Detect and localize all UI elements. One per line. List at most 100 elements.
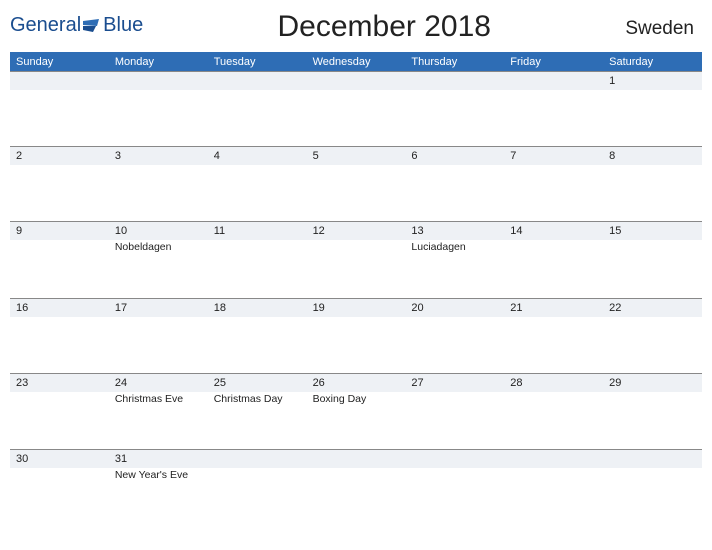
day-num: 14	[504, 222, 603, 240]
day-num	[10, 72, 109, 90]
day-event: Boxing Day	[307, 392, 406, 408]
day-event	[504, 468, 603, 484]
day-event	[603, 240, 702, 256]
day-num: 15	[603, 222, 702, 240]
day-num	[405, 450, 504, 468]
day-event	[10, 90, 109, 104]
logo-flag-icon	[83, 19, 101, 33]
day-event	[405, 165, 504, 179]
day-event	[405, 468, 504, 484]
day-num	[603, 450, 702, 468]
day-event	[307, 165, 406, 179]
day-event	[307, 90, 406, 104]
day-event	[10, 240, 109, 256]
day-num: 10	[109, 222, 208, 240]
day-num	[307, 450, 406, 468]
day-header-row: Sunday Monday Tuesday Wednesday Thursday…	[10, 52, 702, 71]
week-2: 9 10 11 12 13 14 15 Nobeldagen Luciadage…	[10, 221, 702, 298]
day-num: 16	[10, 299, 109, 317]
region-label: Sweden	[625, 18, 694, 40]
day-event	[109, 317, 208, 331]
page-title: December 2018	[278, 10, 491, 44]
calendar: Sunday Monday Tuesday Wednesday Thursday…	[10, 52, 702, 526]
day-num: 28	[504, 374, 603, 392]
week-3: 16 17 18 19 20 21 22	[10, 298, 702, 373]
day-event	[603, 317, 702, 331]
day-event: Nobeldagen	[109, 240, 208, 256]
day-num: 26	[307, 374, 406, 392]
day-num: 22	[603, 299, 702, 317]
day-num: 5	[307, 147, 406, 165]
day-num	[208, 450, 307, 468]
day-event	[10, 392, 109, 408]
day-num: 23	[10, 374, 109, 392]
logo-text-blue: Blue	[103, 14, 143, 37]
day-num: 29	[603, 374, 702, 392]
header: General Blue December 2018 Sweden	[10, 6, 702, 52]
week-4: 23 24 25 26 27 28 29 Christmas Eve Chris…	[10, 373, 702, 450]
day-event	[10, 165, 109, 179]
day-header-cell: Friday	[504, 52, 603, 71]
day-event	[405, 317, 504, 331]
day-header-cell: Wednesday	[307, 52, 406, 71]
day-event	[10, 468, 109, 484]
day-event	[603, 165, 702, 179]
day-event	[603, 392, 702, 408]
day-num: 4	[208, 147, 307, 165]
day-num	[504, 450, 603, 468]
day-event	[208, 317, 307, 331]
day-event: Christmas Eve	[109, 392, 208, 408]
day-event	[405, 392, 504, 408]
day-header-cell: Tuesday	[208, 52, 307, 71]
day-num: 2	[10, 147, 109, 165]
day-num: 21	[504, 299, 603, 317]
day-event	[603, 90, 702, 104]
day-num: 18	[208, 299, 307, 317]
day-event	[208, 468, 307, 484]
day-event	[405, 90, 504, 104]
day-num: 8	[603, 147, 702, 165]
day-num: 25	[208, 374, 307, 392]
week-5: 30 31 New Year's Eve	[10, 449, 702, 526]
logo: General Blue	[10, 14, 143, 37]
day-num: 9	[10, 222, 109, 240]
day-event	[208, 165, 307, 179]
day-num: 12	[307, 222, 406, 240]
day-num: 3	[109, 147, 208, 165]
day-num: 6	[405, 147, 504, 165]
day-event: Christmas Day	[208, 392, 307, 408]
day-num: 17	[109, 299, 208, 317]
day-event	[504, 392, 603, 408]
day-num: 7	[504, 147, 603, 165]
day-event	[208, 240, 307, 256]
week-1: 2 3 4 5 6 7 8	[10, 146, 702, 221]
day-num: 19	[307, 299, 406, 317]
day-num: 11	[208, 222, 307, 240]
day-num	[307, 72, 406, 90]
week-0: 1	[10, 71, 702, 146]
day-event: Luciadagen	[405, 240, 504, 256]
day-num: 27	[405, 374, 504, 392]
day-header-cell: Monday	[109, 52, 208, 71]
day-num: 1	[603, 72, 702, 90]
day-event	[504, 240, 603, 256]
day-num: 20	[405, 299, 504, 317]
day-event	[307, 317, 406, 331]
day-event: New Year's Eve	[109, 468, 208, 484]
day-num	[109, 72, 208, 90]
day-event	[603, 468, 702, 484]
day-header-cell: Thursday	[405, 52, 504, 71]
day-num	[405, 72, 504, 90]
day-event	[10, 317, 109, 331]
day-event	[504, 317, 603, 331]
day-event	[109, 165, 208, 179]
day-num	[208, 72, 307, 90]
day-header-cell: Sunday	[10, 52, 109, 71]
day-num: 31	[109, 450, 208, 468]
day-event	[109, 90, 208, 104]
logo-text-general: General	[10, 14, 81, 37]
day-num: 13	[405, 222, 504, 240]
day-event	[307, 240, 406, 256]
day-event	[504, 165, 603, 179]
day-event	[504, 90, 603, 104]
